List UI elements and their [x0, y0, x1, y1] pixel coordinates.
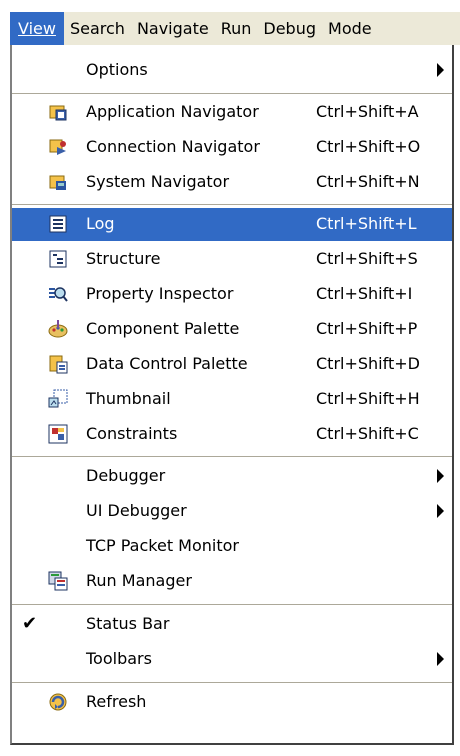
menu-item-label: UI Debugger: [86, 501, 187, 520]
menu-item-connection-navigator[interactable]: Connection Navigator Ctrl+Shift+O: [12, 131, 452, 164]
menu-item-run-manager[interactable]: Run Manager: [12, 565, 452, 598]
property-inspector-icon: [49, 287, 68, 302]
menu-item-structure[interactable]: Structure Ctrl+Shift+S: [12, 243, 452, 276]
data-control-palette-icon: [49, 355, 68, 374]
menu-separator: [12, 93, 452, 95]
menu-item-constraints[interactable]: Constraints Ctrl+Shift+C: [12, 418, 452, 451]
submenu-arrow-icon: [437, 652, 444, 666]
menu-item-label: Debugger: [86, 466, 166, 485]
thumbnail-icon: [48, 389, 68, 408]
menu-item-label: Data Control Palette: [86, 354, 248, 373]
shortcut-label: Ctrl+Shift+S: [316, 249, 418, 268]
structure-icon: [49, 250, 67, 268]
shortcut-label: Ctrl+Shift+H: [316, 389, 420, 408]
menu-item-label: Connection Navigator: [86, 137, 260, 156]
menu-item-debugger[interactable]: Debugger: [12, 460, 452, 493]
menu-item-label: System Navigator: [86, 172, 230, 191]
menu-item-label: Run Manager: [86, 571, 192, 590]
menu-item-component-palette[interactable]: Component Palette Ctrl+Shift+P: [12, 313, 452, 346]
menu-item-label: Property Inspector: [86, 284, 234, 303]
shortcut-label: Ctrl+Shift+P: [316, 319, 418, 338]
shortcut-label: Ctrl+Shift+N: [316, 172, 420, 191]
shortcut-label: Ctrl+Shift+A: [316, 102, 419, 121]
shortcut-label: Ctrl+Shift+D: [316, 354, 420, 373]
menu-bar: View Search Navigate Run Debug Mode: [10, 12, 460, 45]
menu-item-label: Log: [86, 214, 115, 233]
menu-item-label: Options: [86, 60, 148, 79]
menu-item-label: Constraints: [86, 424, 178, 443]
shortcut-label: Ctrl+Shift+L: [316, 214, 417, 233]
menu-item-label: TCP Packet Monitor: [86, 536, 239, 555]
constraints-icon: [48, 424, 68, 444]
menu-item-label: Application Navigator: [86, 102, 259, 121]
menu-view[interactable]: View: [10, 12, 64, 45]
menu-item-thumbnail[interactable]: Thumbnail Ctrl+Shift+H: [12, 383, 452, 416]
checkmark-icon: ✔: [22, 613, 38, 634]
shortcut-label: Ctrl+Shift+I: [316, 284, 413, 303]
menu-run[interactable]: Run: [215, 12, 258, 45]
menu-item-status-bar[interactable]: ✔ Status Bar: [12, 608, 452, 641]
menu-item-system-navigator[interactable]: System Navigator Ctrl+Shift+N: [12, 166, 452, 199]
connection-navigator-icon: [49, 139, 66, 155]
menu-item-label: Toolbars: [86, 649, 152, 668]
menu-separator: [12, 204, 452, 206]
menu-item-label: Component Palette: [86, 319, 240, 338]
menu-item-ui-debugger[interactable]: UI Debugger: [12, 495, 452, 528]
shortcut-label: Ctrl+Shift+O: [316, 137, 421, 156]
run-manager-icon: [48, 571, 68, 591]
menu-item-log[interactable]: Log Ctrl+Shift+L: [12, 208, 452, 241]
menu-item-data-control-palette[interactable]: Data Control Palette Ctrl+Shift+D: [12, 348, 452, 381]
menu-item-label: Status Bar: [86, 614, 170, 633]
menu-item-label: Refresh: [86, 692, 147, 711]
menu-item-toolbars[interactable]: Toolbars: [12, 643, 452, 676]
menu-item-application-navigator[interactable]: Application Navigator Ctrl+Shift+A: [12, 96, 452, 129]
submenu-arrow-icon: [437, 63, 444, 77]
shortcut-label: Ctrl+Shift+C: [316, 424, 419, 443]
menu-item-property-inspector[interactable]: Property Inspector Ctrl+Shift+I: [12, 278, 452, 311]
menu-separator: [12, 456, 452, 458]
view-dropdown-menu: Options Application Navigator Ctrl+Shift…: [10, 45, 454, 745]
submenu-arrow-icon: [437, 504, 444, 518]
menu-item-tcp-packet-monitor[interactable]: TCP Packet Monitor: [12, 530, 452, 563]
menu-item-label: Structure: [86, 249, 161, 268]
menu-item-refresh[interactable]: Refresh: [12, 686, 452, 719]
menu-separator: [12, 604, 452, 606]
menu-navigate[interactable]: Navigate: [131, 12, 215, 45]
log-icon: [49, 215, 67, 233]
menu-search[interactable]: Search: [64, 12, 131, 45]
menu-item-options[interactable]: Options: [12, 54, 452, 87]
application-navigator-icon: [49, 105, 67, 121]
submenu-arrow-icon: [437, 469, 444, 483]
menu-model[interactable]: Mode: [322, 12, 378, 45]
system-navigator-icon: [49, 175, 66, 190]
menu-item-label: Thumbnail: [86, 389, 171, 408]
refresh-icon: [49, 693, 67, 711]
component-palette-icon: [48, 320, 68, 338]
menu-debug[interactable]: Debug: [257, 12, 322, 45]
menu-separator: [12, 682, 452, 684]
